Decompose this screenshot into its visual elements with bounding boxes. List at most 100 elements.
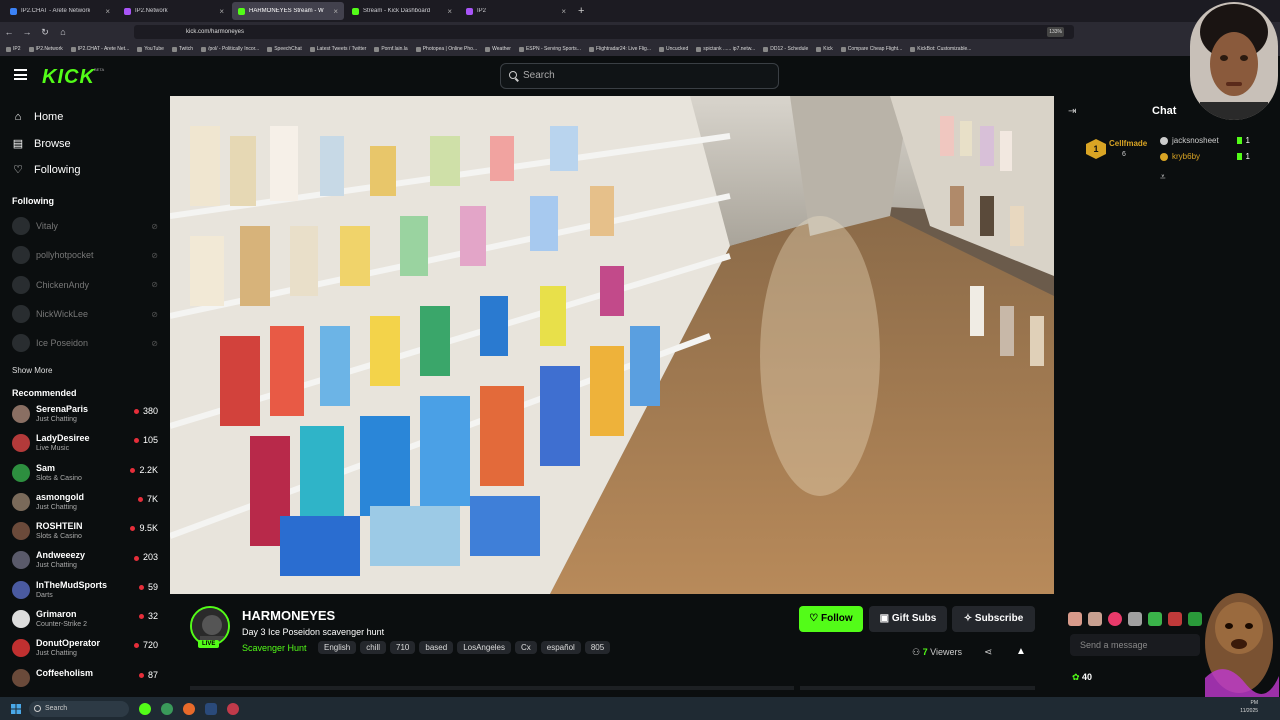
bookmark-item[interactable]: spictank ...... ip7.netw... bbox=[696, 46, 755, 52]
followed-channel[interactable]: Vitaly ⊘ bbox=[0, 212, 170, 241]
system-clock[interactable]: PM 11/2025 bbox=[1240, 699, 1258, 715]
stream-tag[interactable]: 710 bbox=[390, 641, 416, 654]
kick-logo[interactable]: KICK bbox=[42, 66, 95, 89]
emote-icon[interactable] bbox=[1108, 612, 1122, 626]
stream-tag[interactable]: chill bbox=[360, 641, 387, 654]
bookmark-label: Flightradar24: Live Flig... bbox=[595, 46, 651, 52]
gift-subs-button[interactable]: ▣ Gift Subs bbox=[869, 606, 947, 632]
follow-button[interactable]: ♡ Follow bbox=[799, 606, 863, 632]
bookmark-item[interactable]: KickBot: Customizable... bbox=[910, 46, 971, 52]
new-tab-icon[interactable]: + bbox=[578, 5, 584, 17]
recommended-channel[interactable]: Sam Slots & Casino 2.2K bbox=[0, 463, 170, 492]
channel-points[interactable]: ✿ 40 bbox=[1072, 672, 1092, 683]
emote-icon[interactable] bbox=[1148, 612, 1162, 626]
show-more-link[interactable]: Show More bbox=[0, 362, 170, 380]
followed-channel[interactable]: Ice Poseidon ⊘ bbox=[0, 329, 170, 358]
steam-icon[interactable] bbox=[205, 702, 217, 715]
bookmark-item[interactable]: IP2 bbox=[6, 46, 21, 52]
sidebar-nav-home[interactable]: ⌂ Home bbox=[0, 104, 170, 131]
bookmark-item[interactable]: Kick bbox=[816, 46, 833, 52]
recommended-channel[interactable]: Grimaron Counter-Strike 2 32 bbox=[0, 609, 170, 638]
sidebar-nav-browse[interactable]: ▤ Browse bbox=[0, 131, 170, 158]
recommended-channel[interactable]: DonutOperator Just Chatting 720 bbox=[0, 638, 170, 667]
browser-tab[interactable]: Stream - Kick Dashboard × bbox=[346, 2, 458, 20]
followed-channel[interactable]: NickWickLee ⊘ bbox=[0, 299, 170, 328]
close-icon[interactable]: × bbox=[105, 7, 110, 16]
stream-tag[interactable]: LosAngeles bbox=[457, 641, 511, 654]
gifter-row[interactable]: kryb6by 1 bbox=[1160, 152, 1250, 161]
emote-icon[interactable] bbox=[1128, 612, 1142, 626]
recommended-channel[interactable]: Coffeeholism 87 bbox=[0, 668, 170, 696]
followed-channel[interactable]: pollyhotpocket ⊘ bbox=[0, 241, 170, 270]
emote-icon[interactable] bbox=[1088, 612, 1102, 626]
bookmark-label: IP2.Network bbox=[35, 46, 63, 52]
bookmark-item[interactable]: ESPN - Serving Sports... bbox=[518, 46, 581, 52]
sidebar-nav-following[interactable]: ♡ Following bbox=[0, 157, 170, 184]
close-icon[interactable]: × bbox=[333, 7, 338, 16]
forward-icon[interactable]: → bbox=[18, 27, 36, 37]
gifter-name: kryb6by bbox=[1172, 152, 1201, 161]
recommended-channel[interactable]: SerenaParis Just Chatting 380 bbox=[0, 404, 170, 433]
close-icon[interactable]: × bbox=[561, 7, 566, 16]
browser-tab[interactable]: IP2.Network × bbox=[118, 2, 230, 20]
bookmark-item[interactable]: Weather bbox=[485, 46, 511, 52]
bookmark-item[interactable]: DD12 - Schedule bbox=[763, 46, 808, 52]
bookmark-item[interactable]: Latest Tweets / Twitter bbox=[309, 46, 366, 52]
stream-tag[interactable]: 805 bbox=[584, 641, 611, 654]
menu-icon[interactable] bbox=[14, 69, 27, 80]
recommended-channel[interactable]: asmongold Just Chatting 7K bbox=[0, 492, 170, 521]
windows-start-icon[interactable] bbox=[11, 703, 21, 714]
bookmark-item[interactable]: SpeechChat bbox=[267, 46, 302, 52]
chat-message-input[interactable]: Send a message bbox=[1070, 634, 1200, 656]
chrome-icon[interactable] bbox=[161, 702, 173, 715]
back-icon[interactable]: ← bbox=[0, 27, 18, 37]
browser-tab[interactable]: HARMONEYES Stream - W × bbox=[232, 2, 344, 20]
browser-tab[interactable]: IP2 × bbox=[460, 2, 572, 20]
emote-icon[interactable] bbox=[1168, 612, 1182, 626]
close-icon[interactable]: × bbox=[219, 7, 224, 16]
stream-tag[interactable]: Cx bbox=[515, 641, 537, 654]
bookmark-item[interactable]: Compare Cheap Flight... bbox=[840, 46, 902, 52]
channel-name[interactable]: HARMONEYES bbox=[242, 608, 335, 623]
recommended-channel[interactable]: LadyDesiree Live Music 105 bbox=[0, 433, 170, 462]
bookmark-item[interactable]: YouTube bbox=[137, 46, 164, 52]
bookmark-item[interactable]: /pol/ - Politically Incor... bbox=[201, 46, 259, 52]
bookmark-item[interactable]: Twitch bbox=[171, 46, 193, 52]
address-bar[interactable]: kick.com/harmoneyes 133% bbox=[134, 25, 1074, 39]
collapse-chat-icon[interactable]: ⇥ bbox=[1068, 106, 1076, 117]
obs-icon[interactable] bbox=[227, 702, 239, 715]
bookmark-item[interactable]: IP2.Network bbox=[28, 46, 63, 52]
top-gifter-name[interactable]: Cellfmade bbox=[1109, 139, 1147, 148]
gifter-row[interactable]: jacksnosheet 1 bbox=[1160, 136, 1250, 145]
kick-app-icon[interactable] bbox=[139, 702, 151, 715]
video-player[interactable] bbox=[170, 96, 1054, 594]
bookmark-item[interactable]: Photopea | Online Pho... bbox=[415, 46, 477, 52]
followed-channel[interactable]: ChickenAndy ⊘ bbox=[0, 270, 170, 299]
recommended-channel[interactable]: ROSHTEIN Slots & Casino 9.5K bbox=[0, 521, 170, 550]
bookmark-item[interactable]: IP2.CHAT - Arete Net... bbox=[70, 46, 129, 52]
search-input[interactable]: Search bbox=[500, 63, 779, 89]
recommended-channel[interactable]: InTheMudSports Darts 59 bbox=[0, 580, 170, 609]
close-icon[interactable]: × bbox=[447, 7, 452, 16]
zoom-level[interactable]: 133% bbox=[1047, 27, 1064, 37]
home-browser-icon[interactable]: ⌂ bbox=[54, 27, 72, 37]
offline-icon: ⊘ bbox=[151, 221, 158, 231]
stream-tag[interactable]: English bbox=[318, 641, 357, 654]
bookmark-item[interactable]: Pornf.lain.la bbox=[374, 46, 408, 52]
recommended-channel[interactable]: Andweeezy Just Chatting 203 bbox=[0, 550, 170, 579]
bookmark-item[interactable]: Flightradar24: Live Flig... bbox=[588, 46, 651, 52]
stream-tag[interactable]: based bbox=[419, 641, 454, 654]
bookmark-item[interactable]: Uncucked bbox=[659, 46, 688, 52]
share-icon[interactable]: ⋖ bbox=[984, 647, 992, 658]
bookmark-icon bbox=[588, 46, 594, 52]
report-icon[interactable]: ▲ bbox=[1016, 646, 1026, 657]
taskbar-search[interactable]: Search bbox=[29, 700, 129, 717]
subscribe-button[interactable]: ✧ Subscribe bbox=[952, 606, 1035, 632]
reload-icon[interactable]: ↻ bbox=[36, 27, 54, 38]
browser-tab[interactable]: IP2.CHAT - Arete Network × bbox=[4, 2, 116, 20]
stream-tag[interactable]: español bbox=[540, 641, 581, 654]
expand-leaderboard-icon[interactable]: ⩡ bbox=[1160, 172, 1166, 183]
firefox-icon[interactable] bbox=[183, 702, 195, 715]
stream-category[interactable]: Scavenger Hunt bbox=[242, 643, 307, 653]
emote-icon[interactable] bbox=[1068, 612, 1082, 626]
